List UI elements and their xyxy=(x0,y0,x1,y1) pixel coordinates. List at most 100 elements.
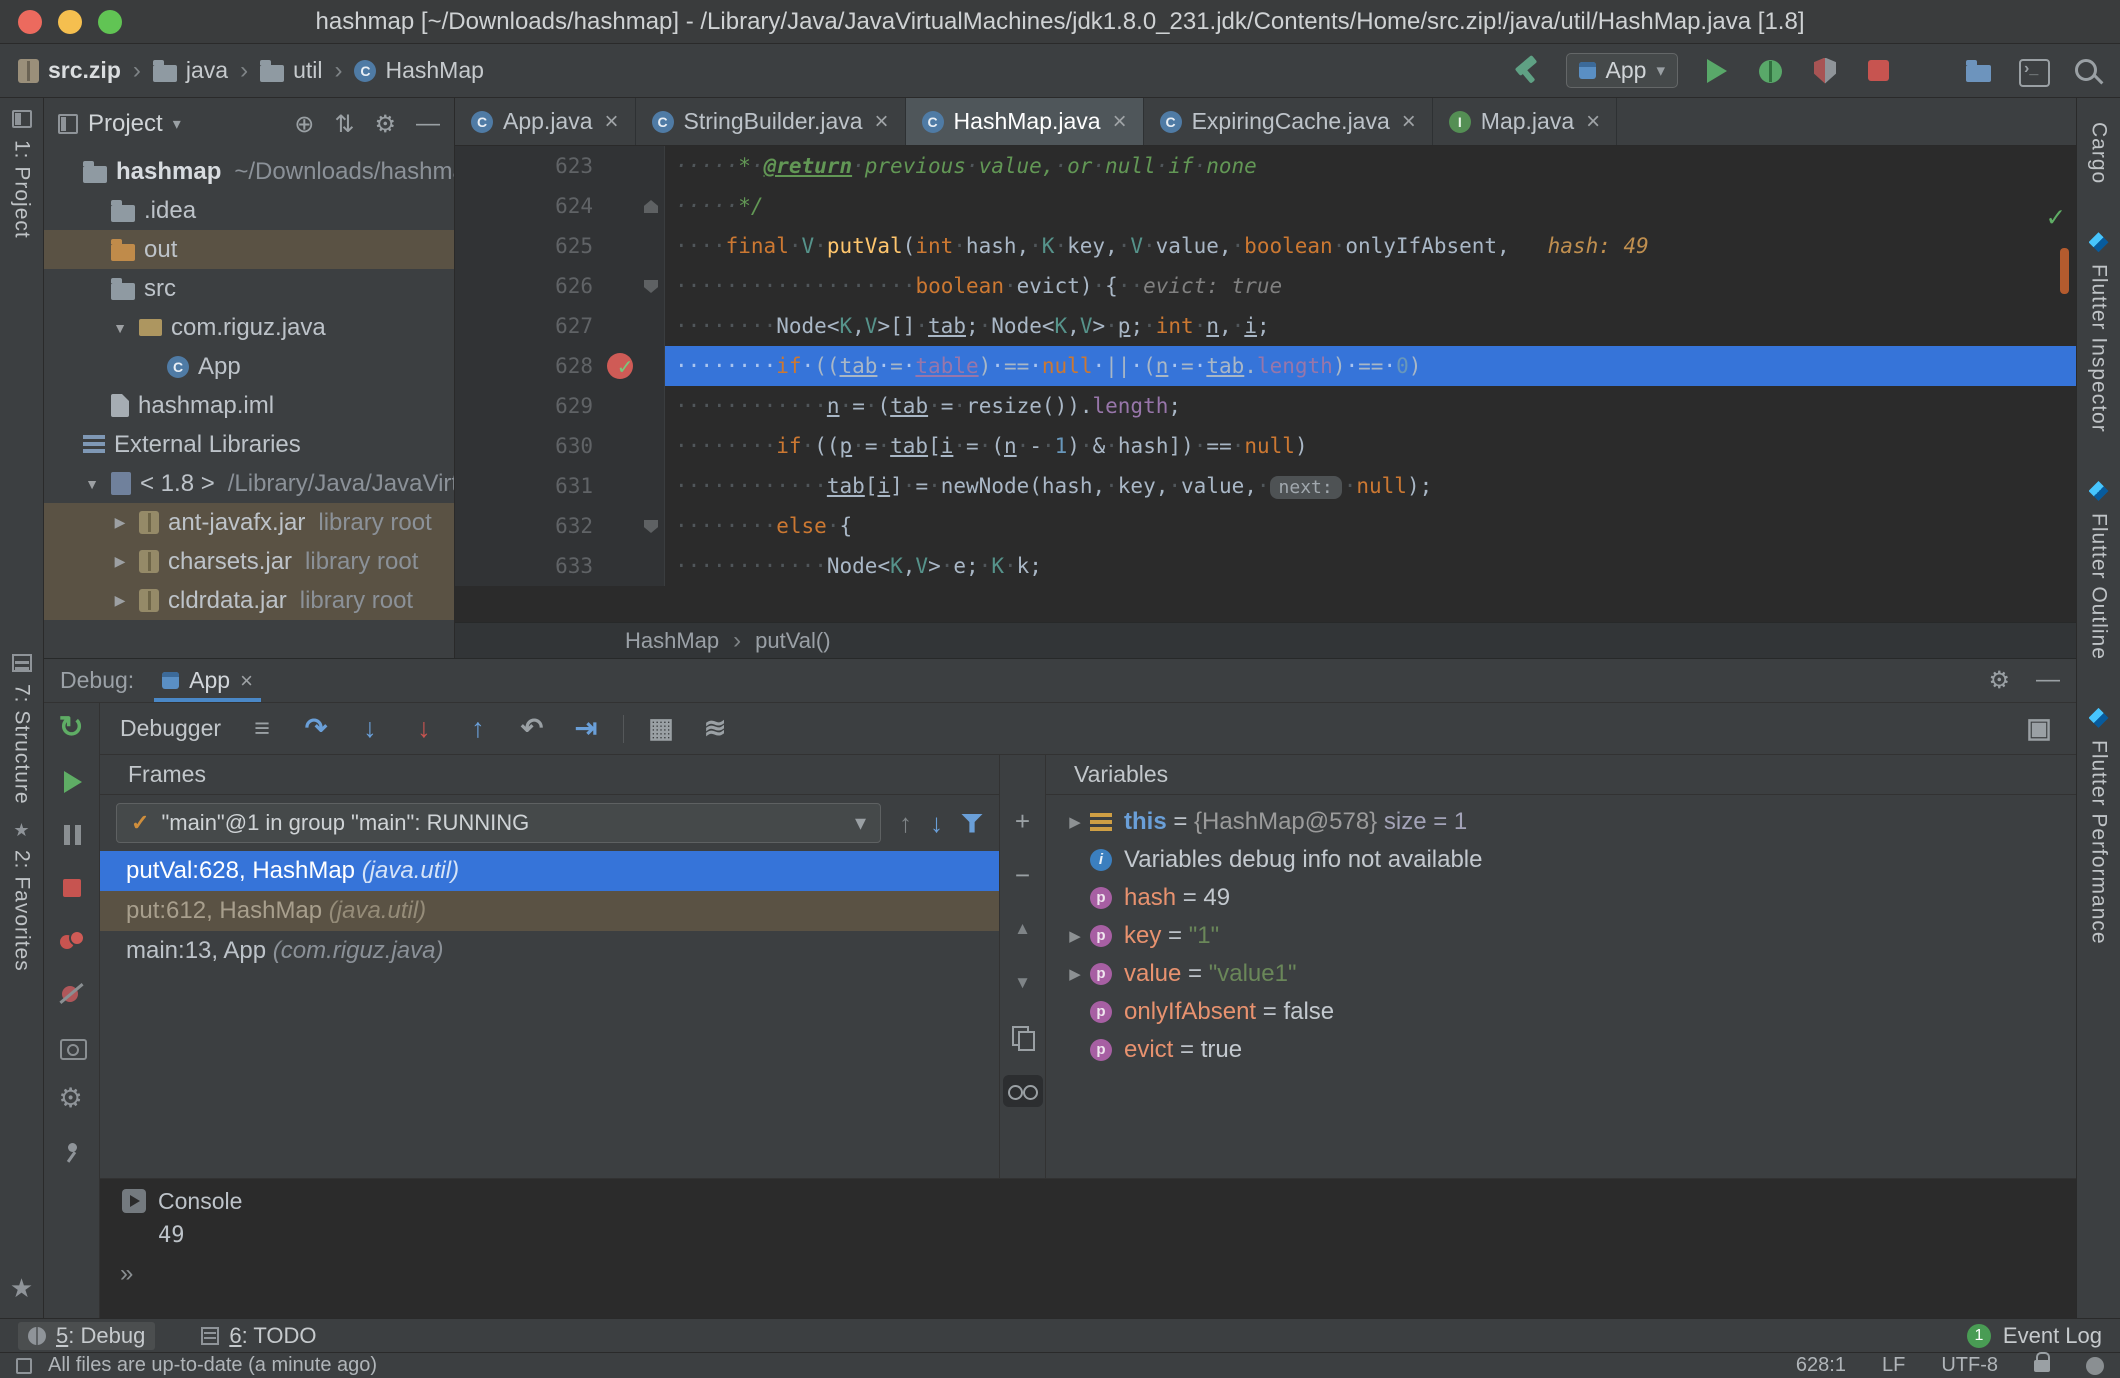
line-number[interactable]: 632 xyxy=(455,506,605,546)
expand-icon[interactable]: ▶ xyxy=(1060,813,1090,831)
breakpoint-gutter[interactable] xyxy=(605,426,639,466)
view-breakpoints-button[interactable] xyxy=(58,927,86,955)
scrollbar-error-stripe[interactable] xyxy=(2060,248,2069,294)
add-icon[interactable]: + xyxy=(1003,805,1043,837)
tool-stripe-button[interactable]: Cargo xyxy=(2087,122,2111,184)
code-line[interactable]: 632········else·{ xyxy=(455,506,2076,546)
debug-session-tab[interactable]: App × xyxy=(154,659,261,702)
code-line[interactable]: 627········Node<K,V>[]·tab;·Node<K,V>·p;… xyxy=(455,306,2076,346)
code-line[interactable]: 631············tab[i]·=·newNode(hash,·ke… xyxy=(455,466,2076,506)
code-line[interactable]: 633············Node<K,V>·e;·K·k; xyxy=(455,546,2076,586)
fold-gutter[interactable] xyxy=(639,386,665,426)
editor-tab[interactable]: Map.java× xyxy=(1433,98,1617,145)
screenshot-button[interactable] xyxy=(58,1033,86,1061)
step-into-icon[interactable]: ↓ xyxy=(353,713,387,744)
breakpoint-gutter[interactable] xyxy=(605,266,639,306)
toolwindow-toggle-icon[interactable] xyxy=(16,1358,32,1374)
stop-button[interactable] xyxy=(58,874,86,902)
tree-item[interactable]: App xyxy=(44,347,454,386)
tool-stripe-button[interactable]: Flutter Inspector xyxy=(2087,232,2111,433)
breakpoint-gutter[interactable] xyxy=(605,386,639,426)
editor-breadcrumb-item[interactable]: putVal() xyxy=(755,628,830,654)
breakpoint-gutter[interactable] xyxy=(605,506,639,546)
build-button[interactable] xyxy=(1512,56,1542,86)
tree-item[interactable]: src xyxy=(44,269,454,308)
fold-gutter[interactable] xyxy=(639,266,665,306)
close-icon[interactable]: × xyxy=(1586,108,1600,136)
coverage-button[interactable] xyxy=(1810,56,1840,86)
breakpoint-gutter[interactable] xyxy=(605,186,639,226)
hide-panel-icon[interactable]: — xyxy=(2036,666,2060,695)
code-line[interactable]: 624·····*/ xyxy=(455,186,2076,226)
watch-icon[interactable] xyxy=(1003,1075,1043,1107)
tree-chevron-icon[interactable]: ▼ xyxy=(82,476,102,492)
variable-row[interactable]: evict = true xyxy=(1046,1031,2076,1069)
favorites-star-icon[interactable]: ★ xyxy=(10,1273,33,1304)
breadcrumb-item[interactable]: HashMap xyxy=(354,57,483,84)
tree-item[interactable]: ▶cldrdata.jarlibrary root xyxy=(44,581,454,620)
line-number[interactable]: 624 xyxy=(455,186,605,226)
breadcrumb-item[interactable]: java xyxy=(153,57,228,84)
project-folder-button[interactable] xyxy=(1964,56,1994,86)
next-frame-icon[interactable]: ↓ xyxy=(930,808,943,839)
chevron-down-icon[interactable]: ▾ xyxy=(173,114,181,134)
close-window-button[interactable] xyxy=(18,10,42,34)
rerun-button[interactable] xyxy=(58,715,86,743)
hide-library-frames-filter-icon[interactable] xyxy=(961,814,983,833)
variable-row[interactable]: ▶value = "value1" xyxy=(1046,955,2076,993)
fold-gutter[interactable] xyxy=(639,226,665,266)
mute-breakpoints-button[interactable] xyxy=(58,980,86,1008)
sliders-icon[interactable]: ≋ xyxy=(698,713,732,744)
breakpoint-gutter[interactable] xyxy=(605,466,639,506)
tool-stripe-button[interactable]: Flutter Performance xyxy=(2087,708,2111,945)
caret-position[interactable]: 628:1 xyxy=(1796,1354,1846,1377)
code-line[interactable]: 625····final·V·putVal(int·hash,·K·key,·V… xyxy=(455,226,2076,266)
fold-marker-icon[interactable] xyxy=(644,280,658,293)
resume-button[interactable] xyxy=(58,768,86,796)
minimize-window-button[interactable] xyxy=(58,10,82,34)
code-line[interactable]: 628✓········if·((tab·=·table)·==·null·||… xyxy=(455,346,2076,386)
variable-row[interactable]: ▶this = {HashMap@578} size = 1 xyxy=(1046,803,2076,841)
tree-chevron-icon[interactable]: ▶ xyxy=(110,514,130,531)
tool-stripe-button[interactable]: Flutter Outline xyxy=(2087,481,2111,660)
layout-settings-icon[interactable]: ▣ xyxy=(2022,713,2056,744)
down-icon[interactable]: ▼ xyxy=(1003,967,1043,999)
close-icon[interactable]: × xyxy=(605,108,619,136)
up-icon[interactable]: ▲ xyxy=(1003,913,1043,945)
fold-gutter[interactable] xyxy=(639,186,665,226)
encoding-indicator[interactable]: UTF-8 xyxy=(1941,1354,1998,1377)
tool-window-button-debug[interactable]: 5: Debug xyxy=(18,1322,155,1350)
variable-row[interactable]: hash = 49 xyxy=(1046,879,2076,917)
frame-row[interactable]: put:612, HashMap (java.util) xyxy=(100,891,999,931)
variable-row[interactable]: Variables debug info not available xyxy=(1046,841,2076,879)
hamburger-menu-icon[interactable]: ≡ xyxy=(245,713,279,744)
run-button[interactable] xyxy=(1702,56,1732,86)
thread-select[interactable]: ✓ "main"@1 in group "main": RUNNING ▾ xyxy=(116,803,881,843)
frame-row[interactable]: main:13, App (com.riguz.java) xyxy=(100,931,999,971)
drop-frame-icon[interactable]: ↶ xyxy=(515,713,549,744)
settings-gear-icon[interactable]: ⚙ xyxy=(1988,666,2010,695)
view-as-table-icon[interactable]: ▦ xyxy=(644,713,678,744)
tool-stripe-button[interactable]: 7: Structure xyxy=(0,654,43,805)
close-icon[interactable]: × xyxy=(1113,108,1127,136)
tree-chevron-icon[interactable]: ▶ xyxy=(110,553,130,570)
breakpoint-gutter[interactable] xyxy=(605,226,639,266)
fold-gutter[interactable] xyxy=(639,426,665,466)
fold-gutter[interactable] xyxy=(639,506,665,546)
collapse-icon[interactable]: ⇅ xyxy=(334,110,354,139)
editor-tab[interactable]: ExpiringCache.java× xyxy=(1144,98,1433,145)
breadcrumb-item[interactable]: util xyxy=(260,57,322,84)
line-number[interactable]: 633 xyxy=(455,546,605,586)
remove-icon[interactable]: − xyxy=(1003,859,1043,891)
fold-gutter[interactable] xyxy=(639,146,665,186)
code-line[interactable]: 623·····*·@return·previous·value,·or·nul… xyxy=(455,146,2076,186)
breakpoint-gutter[interactable]: ✓ xyxy=(605,346,639,386)
tree-chevron-icon[interactable]: ▶ xyxy=(110,592,130,609)
console-tab[interactable]: Console xyxy=(100,1179,2076,1223)
breakpoint-gutter[interactable] xyxy=(605,546,639,586)
editor-tab[interactable]: App.java× xyxy=(455,98,636,145)
fold-gutter[interactable] xyxy=(639,546,665,586)
close-icon[interactable]: × xyxy=(240,668,253,694)
copy-icon[interactable] xyxy=(1003,1021,1043,1053)
code-line[interactable]: 626···················boolean·evict)·{··… xyxy=(455,266,2076,306)
